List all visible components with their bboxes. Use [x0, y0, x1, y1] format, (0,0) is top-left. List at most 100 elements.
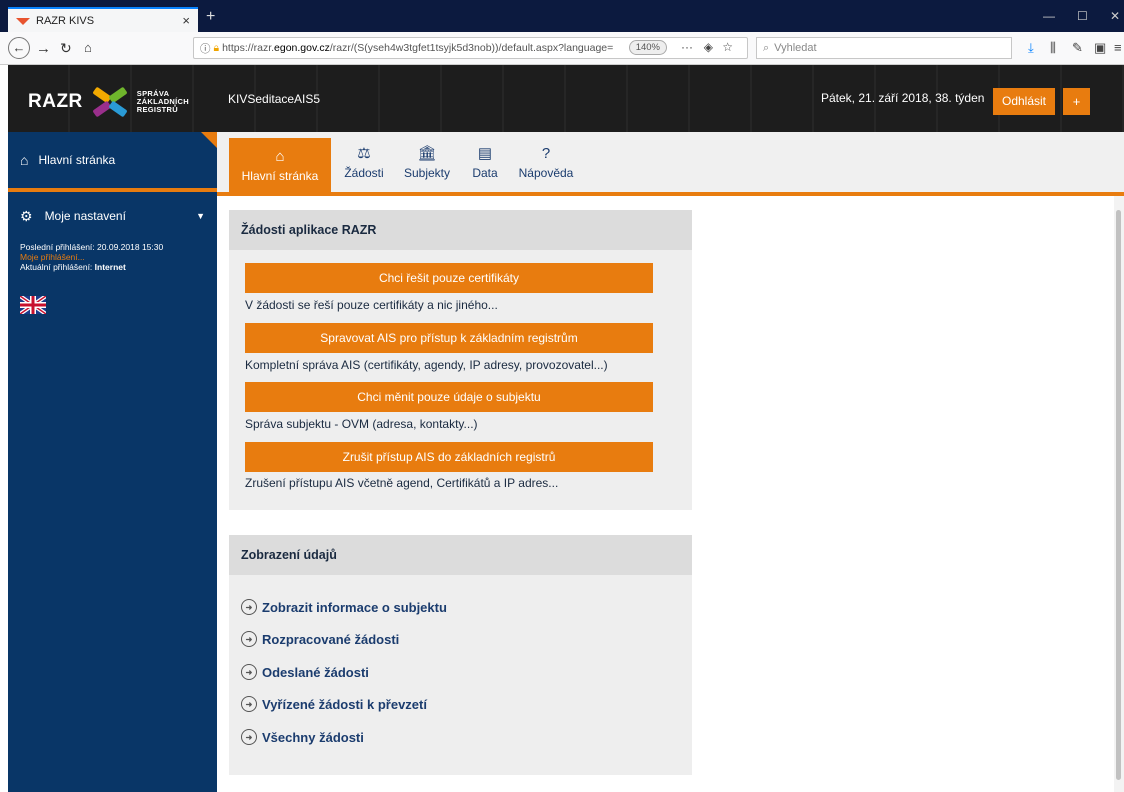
new-tab-icon[interactable]: +: [206, 8, 215, 26]
home-icon: ⌂: [275, 147, 285, 165]
manage-ais-button[interactable]: Spravovat AIS pro přístup k základním re…: [245, 323, 653, 353]
logo-subtitle: SPRÁVA ZÁKLADNÍCH REGISTRŮ: [136, 89, 189, 114]
forward-icon[interactable]: →: [36, 40, 51, 57]
collapse-corner-icon[interactable]: [201, 132, 217, 148]
change-subject-desc: Správa subjektu - OVM (adresa, kontakty.…: [245, 417, 478, 431]
tab-title: RAZR KIVS: [36, 14, 95, 27]
sidebar-item-home[interactable]: ⌂ Hlavní stránka: [8, 132, 217, 192]
pocket-icon[interactable]: ◈: [704, 40, 713, 54]
login-info: Poslední přihlášení: 20.09.2018 15:30 Mo…: [8, 242, 217, 272]
razr-logo[interactable]: RAZR SPRÁVA ZÁKLADNÍCH REGISTRŮ: [28, 85, 189, 119]
uk-flag-icon[interactable]: [20, 296, 46, 314]
gavel-icon: ⚖: [357, 145, 371, 162]
lock-icon: 🔒︎: [213, 41, 220, 54]
url-prefix: https://razr.: [222, 42, 275, 54]
current-date: Pátek, 21. září 2018, 38. týden: [821, 91, 985, 105]
menu-icon[interactable]: ≡: [1114, 40, 1122, 55]
home-browser-icon[interactable]: ⌂: [84, 40, 92, 55]
menu-item-label: Žádosti: [344, 166, 384, 180]
current-login-label: Aktuální přihlášení:: [20, 262, 93, 272]
main-content: Žádosti aplikace RAZR Chci řešit pouze c…: [217, 196, 1124, 792]
gear-icon: ⚙: [20, 207, 33, 224]
cancel-ais-desc: Zrušení přístupu AIS včetně agend, Certi…: [245, 476, 559, 490]
link-label: Rozpracované žádosti: [262, 631, 400, 647]
maximize-icon[interactable]: ☐: [1077, 9, 1088, 23]
scrollbar-thumb[interactable]: [1116, 210, 1121, 780]
link-label: Všechny žádosti: [262, 729, 364, 745]
current-login-value: Internet: [94, 262, 126, 272]
url-path: /razr/(S(yseh4w3tgfet1tsyjk5d3nob))/defa…: [329, 42, 614, 54]
menu-item-data[interactable]: ▤ Data: [463, 132, 507, 192]
menu-item-subjects[interactable]: 🏛︎ Subjekty: [397, 132, 457, 192]
minimize-icon[interactable]: —: [1043, 9, 1055, 23]
reload-icon[interactable]: ↻: [60, 40, 72, 57]
menu-item-label: Hlavní stránka: [241, 168, 319, 183]
link-label: Zobrazit informace o subjektu: [262, 599, 447, 615]
zoom-indicator[interactable]: 140%: [628, 40, 667, 55]
change-subject-button[interactable]: Chci měnit pouze údaje o subjektu: [245, 382, 653, 412]
app-name: KIVSeditaceAIS5: [228, 92, 321, 106]
page-scrollbar[interactable]: [1114, 196, 1124, 792]
requests-panel-title: Žádosti aplikace RAZR: [229, 210, 692, 250]
certificates-only-desc: V žádosti se řeší pouze certifikáty a ni…: [245, 298, 498, 312]
sidebar-toggle-icon[interactable]: ▣: [1094, 40, 1106, 56]
library-icon[interactable]: ⫼: [1050, 40, 1056, 56]
logo-text: RAZR: [28, 91, 83, 112]
circle-arrow-icon: ➜: [241, 729, 257, 745]
link-sent[interactable]: ➜ Odeslané žádosti: [241, 664, 369, 680]
browser-tab-bar: RAZR KIVS × + — ☐ ✕: [0, 0, 1124, 32]
data-panel: Zobrazení údajů ➜ Zobrazit informace o s…: [229, 535, 692, 775]
favicon-icon: [16, 16, 30, 26]
chevron-down-icon: ▼: [196, 211, 205, 221]
menu-item-help[interactable]: ? Nápověda: [515, 132, 577, 192]
link-drafts[interactable]: ➜ Rozpracované žádosti: [241, 631, 399, 647]
last-login-value: 20.09.2018 15:30: [97, 242, 164, 252]
home-icon: ⌂: [20, 152, 29, 168]
url-bar[interactable]: ⓘ 🔒︎ https://razr. egon.gov.cz/razr/(S(ys…: [193, 37, 748, 59]
circle-arrow-icon: ➜: [241, 664, 257, 680]
cancel-ais-button[interactable]: Zrušit přístup AIS do základních registr…: [245, 442, 653, 472]
link-all[interactable]: ➜ Všechny žádosti: [241, 729, 364, 745]
circle-arrow-icon: ➜: [241, 631, 257, 647]
link-resolved[interactable]: ➜ Vyřízené žádosti k převzetí: [241, 696, 427, 712]
link-label: Vyřízené žádosti k převzetí: [262, 696, 427, 712]
link-subject-info[interactable]: ➜ Zobrazit informace o subjektu: [241, 599, 447, 615]
bank-icon: 🏛︎: [417, 145, 437, 162]
circle-arrow-icon: ➜: [241, 696, 257, 712]
data-panel-title: Zobrazení údajů: [229, 535, 692, 575]
sync-icon[interactable]: ✎: [1072, 40, 1083, 56]
bookmark-star-icon[interactable]: ☆: [722, 40, 733, 54]
requests-panel: Žádosti aplikace RAZR Chci řešit pouze c…: [229, 210, 692, 510]
question-icon: ?: [541, 144, 551, 162]
search-icon: ⌕: [763, 41, 770, 54]
menu-item-label: Nápověda: [518, 165, 574, 180]
manage-ais-desc: Kompletní správa AIS (certifikáty, agend…: [245, 358, 608, 372]
clipboard-icon: ▤: [477, 145, 493, 162]
main-menu: ⌂ Hlavní stránka ⚖ Žádosti 🏛︎ Subjekty ▤…: [217, 132, 1124, 196]
menu-item-requests[interactable]: ⚖ Žádosti: [339, 132, 389, 192]
info-icon[interactable]: ⓘ: [200, 41, 211, 56]
certificates-only-button[interactable]: Chci řešit pouze certifikáty: [245, 263, 653, 293]
sidebar-item-settings[interactable]: ⚙ Moje nastavení ▼: [8, 198, 217, 234]
sidebar-settings-label: Moje nastavení: [44, 209, 126, 223]
search-placeholder: Vyhledat: [774, 42, 817, 54]
close-tab-icon[interactable]: ×: [182, 13, 190, 28]
my-logins-link[interactable]: Moje přihlášení...: [20, 252, 217, 262]
url-domain: egon.gov.cz: [274, 42, 330, 54]
menu-item-home[interactable]: ⌂ Hlavní stránka: [229, 138, 331, 192]
more-icon[interactable]: ···: [681, 40, 693, 54]
download-icon[interactable]: ⤓: [1028, 40, 1034, 56]
close-window-icon[interactable]: ✕: [1110, 9, 1120, 23]
sidebar: ⌂ Hlavní stránka ⚙ Moje nastavení ▼ Posl…: [8, 132, 217, 792]
app-header: RAZR SPRÁVA ZÁKLADNÍCH REGISTRŮ KIVSedit…: [8, 65, 1124, 132]
search-input[interactable]: ⌕ Vyhledat: [756, 37, 1012, 59]
browser-toolbar: ← → ↻ ⌂ ⓘ 🔒︎ https://razr. egon.gov.cz/ra…: [0, 32, 1124, 65]
sidebar-home-label: Hlavní stránka: [38, 153, 116, 167]
plus-button[interactable]: +: [1063, 88, 1090, 115]
logout-button[interactable]: Odhlásit: [993, 88, 1055, 115]
link-label: Odeslané žádosti: [262, 664, 369, 680]
menu-item-label: Data: [472, 166, 498, 180]
browser-tab[interactable]: RAZR KIVS ×: [8, 7, 198, 32]
menu-item-label: Subjekty: [403, 166, 451, 180]
back-icon[interactable]: ←: [8, 37, 30, 59]
